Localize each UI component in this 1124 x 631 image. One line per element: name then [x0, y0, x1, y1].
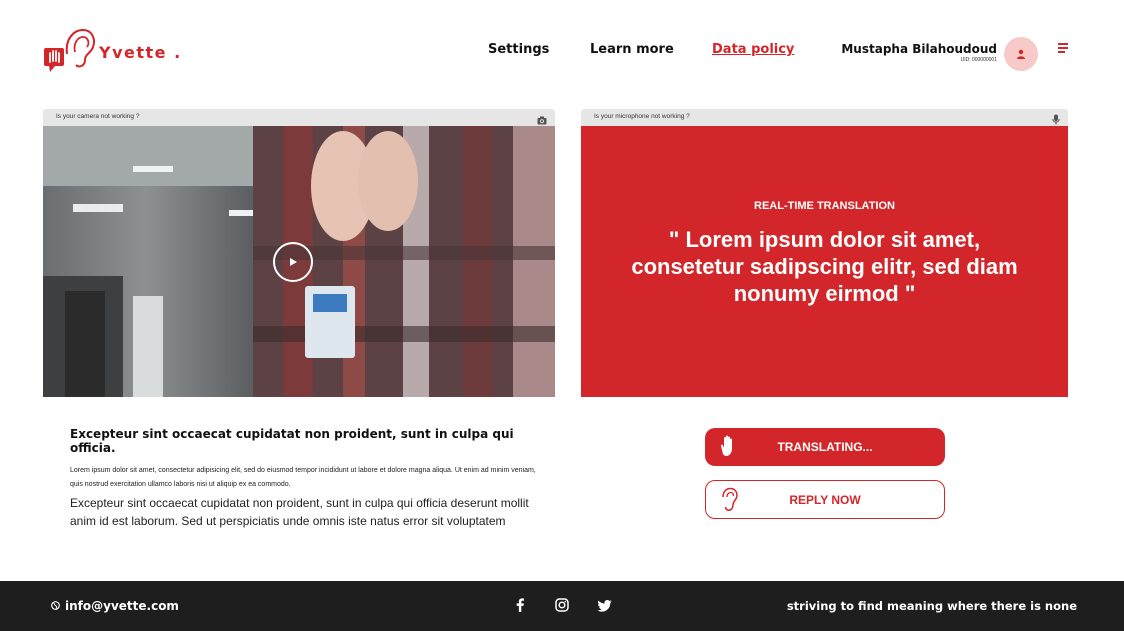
- nav-settings[interactable]: Settings: [488, 42, 549, 57]
- nav-data-policy[interactable]: Data policy: [712, 42, 794, 57]
- user-icon: [1017, 49, 1025, 59]
- facebook-icon[interactable]: [515, 598, 525, 617]
- info-title: Excepteur sint occaecat cupidatat non pr…: [70, 427, 514, 455]
- instagram-icon[interactable]: [555, 598, 569, 617]
- logo[interactable]: Yvette .: [43, 26, 182, 76]
- play-button[interactable]: [273, 242, 313, 282]
- translating-label: TRANSLATING...: [777, 440, 873, 454]
- footer-email[interactable]: info@yvette.com: [51, 599, 179, 613]
- avatar[interactable]: [1004, 37, 1038, 71]
- user-info: Mustapha Bilahoudoud UID: 000000001: [841, 42, 997, 63]
- info-body-text: Excepteur sint occaecat cupidatat non pr…: [70, 496, 529, 528]
- twitter-icon[interactable]: [597, 599, 612, 617]
- menu-icon[interactable]: [1058, 43, 1068, 55]
- user-uid: UID: 000000001: [960, 57, 997, 63]
- reply-label: REPLY NOW: [789, 493, 861, 507]
- brand-name: Yvette .: [99, 43, 182, 62]
- footer-email-text[interactable]: info@yvette.com: [65, 599, 179, 613]
- translation-text: " Lorem ipsum dolor sit amet, consetetur…: [631, 227, 1018, 306]
- translating-button[interactable]: TRANSLATING...: [705, 428, 945, 466]
- header: Yvette . Settings Learn more Data policy…: [0, 0, 1124, 100]
- camera-help-bar[interactable]: Is your camera not working ?: [43, 109, 555, 126]
- reply-now-button[interactable]: REPLY NOW: [705, 480, 945, 519]
- info-text-block: Excepteur sint occaecat cupidatat non pr…: [70, 427, 550, 530]
- microphone-help-text[interactable]: Is your microphone not working ?: [594, 113, 690, 120]
- camera-help-text[interactable]: Is your camera not working ?: [56, 113, 139, 120]
- camera-video-feed[interactable]: [43, 126, 555, 397]
- globe-icon: [51, 599, 60, 613]
- microphone-help-bar[interactable]: Is your microphone not working ?: [581, 109, 1068, 126]
- user-name: Mustapha Bilahoudoud: [841, 42, 997, 56]
- footer: info@yvette.com striving to find meaning…: [0, 581, 1124, 631]
- nav-learn-more[interactable]: Learn more: [590, 42, 674, 57]
- translation-panel: REAL-TIME TRANSLATION " Lorem ipsum dolo…: [581, 126, 1068, 397]
- footer-tagline: striving to find meaning where there is …: [786, 599, 1077, 613]
- play-icon: [290, 258, 297, 266]
- translation-label: REAL-TIME TRANSLATION: [754, 200, 895, 212]
- ear-hand-logo-icon: [43, 26, 97, 76]
- info-small-text: Lorem ipsum dolor sit amet, consectetur …: [70, 467, 536, 488]
